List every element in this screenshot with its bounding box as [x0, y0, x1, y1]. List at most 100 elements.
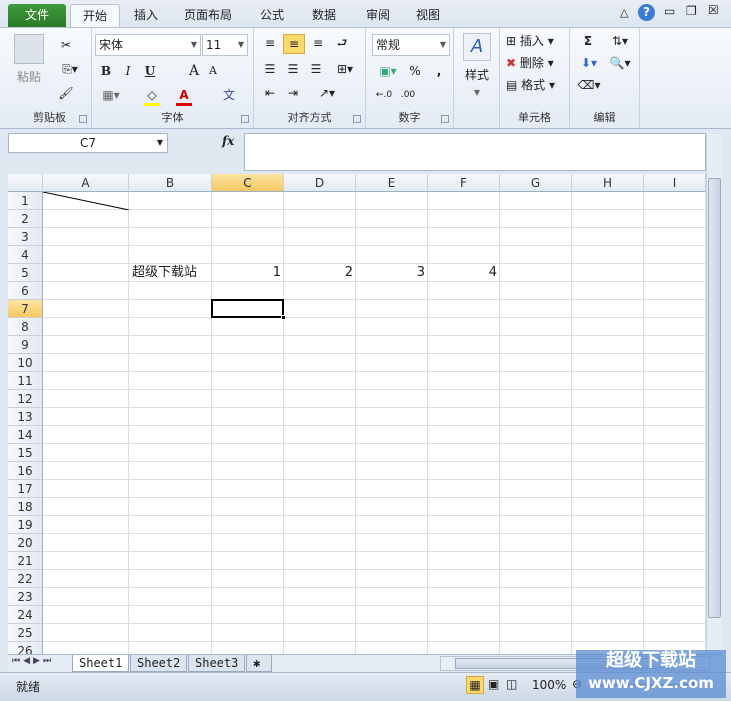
column-header-g[interactable]: G	[500, 174, 572, 192]
tab-data[interactable]: 数据	[300, 4, 348, 28]
cell-e5[interactable]: 3	[356, 264, 428, 282]
column-header-d[interactable]: D	[284, 174, 356, 192]
tab-insert[interactable]: 插入	[122, 4, 170, 28]
styles-icon[interactable]: A	[463, 33, 491, 61]
cell-c5[interactable]: 1	[212, 264, 284, 282]
row-header-4[interactable]: 4	[8, 246, 43, 264]
cell-f5[interactable]: 4	[428, 264, 500, 282]
worksheet-grid[interactable]: A B C D E F G H I 1 2 3 4 5 6 7 8 9 10 11 12 13 14 15 16 17 18 19 20…	[8, 174, 706, 654]
cell-b5[interactable]: 超级下载站	[129, 264, 212, 282]
row-header-10[interactable]: 10	[8, 354, 43, 372]
row-header-5[interactable]: 5	[8, 264, 43, 282]
merge-center-icon[interactable]: ⊞▾	[332, 60, 358, 80]
row-header-25[interactable]: 25	[8, 624, 43, 642]
dialog-launcher-icon[interactable]	[79, 115, 87, 123]
align-bottom-icon[interactable]: ≡	[308, 34, 328, 54]
row-header-11[interactable]: 11	[8, 372, 43, 390]
tab-home[interactable]: 开始	[70, 4, 121, 28]
row-header-8[interactable]: 8	[8, 318, 43, 336]
tab-formulas[interactable]: 公式	[248, 4, 296, 28]
window-restore-icon[interactable]: ❐	[686, 4, 697, 18]
autosum-button[interactable]: Σ	[576, 32, 600, 52]
name-box[interactable]: C7 ▼	[8, 133, 168, 153]
cut-icon[interactable]: ✂	[56, 36, 76, 56]
align-right-icon[interactable]: ☰	[306, 60, 326, 80]
row-header-7[interactable]: 7	[8, 300, 43, 318]
column-header-a[interactable]: A	[43, 174, 129, 192]
tab-file[interactable]: 文件	[8, 4, 66, 28]
row-header-20[interactable]: 20	[8, 534, 43, 552]
shrink-font-button[interactable]: A	[206, 62, 220, 82]
align-left-icon[interactable]: ☰	[260, 60, 280, 80]
tab-page-layout[interactable]: 页面布局	[172, 4, 244, 28]
normal-view-icon[interactable]: ▦	[466, 676, 484, 694]
sheet-tab-sheet3[interactable]: Sheet3	[188, 655, 246, 672]
tab-view[interactable]: 视图	[404, 4, 452, 28]
insert-sheet-icon[interactable]: ✱	[246, 655, 272, 672]
scrollbar-thumb[interactable]	[708, 178, 721, 618]
row-header-22[interactable]: 22	[8, 570, 43, 588]
borders-icon[interactable]: ▦▾	[98, 86, 124, 106]
row-header-14[interactable]: 14	[8, 426, 43, 444]
active-cell-cursor[interactable]	[211, 299, 284, 318]
sheet-tab-sheet2[interactable]: Sheet2	[130, 655, 188, 672]
orientation-icon[interactable]: ↗▾	[314, 84, 340, 104]
minimize-ribbon-icon[interactable]: △	[620, 6, 628, 19]
page-layout-view-icon[interactable]: ▣	[488, 677, 499, 691]
delete-cells-button[interactable]: ✖ 删除 ▾	[506, 54, 568, 74]
column-header-f[interactable]: F	[428, 174, 500, 192]
italic-button[interactable]: I	[120, 62, 136, 82]
row-header-1[interactable]: 1	[8, 192, 43, 210]
row-header-23[interactable]: 23	[8, 588, 43, 606]
underline-button[interactable]: U	[142, 62, 158, 82]
insert-cells-button[interactable]: ⊞ 插入 ▾	[506, 32, 568, 52]
row-header-16[interactable]: 16	[8, 462, 43, 480]
align-top-icon[interactable]: ≡	[260, 34, 280, 54]
column-header-h[interactable]: H	[572, 174, 644, 192]
decrease-decimal-button[interactable]: .00	[398, 86, 418, 106]
row-header-17[interactable]: 17	[8, 480, 43, 498]
number-format-select[interactable]: 常规 ▼	[372, 34, 450, 56]
page-break-view-icon[interactable]: ◫	[506, 677, 517, 691]
row-header-19[interactable]: 19	[8, 516, 43, 534]
sort-filter-icon[interactable]: ⇅▾	[606, 32, 634, 52]
sheet-tab-sheet1[interactable]: Sheet1	[72, 655, 130, 672]
paste-button[interactable]: 粘贴	[12, 68, 46, 88]
font-size-select[interactable]: 11 ▼	[202, 34, 248, 56]
row-header-12[interactable]: 12	[8, 390, 43, 408]
window-minimize-icon[interactable]: ▭	[664, 4, 675, 18]
column-header-c[interactable]: C	[212, 174, 284, 192]
zoom-level[interactable]: 100%	[532, 678, 566, 692]
styles-button[interactable]: 样式	[458, 66, 496, 86]
column-header-e[interactable]: E	[356, 174, 428, 192]
copy-icon[interactable]: ⎘▾	[56, 60, 84, 80]
bold-button[interactable]: B	[98, 62, 114, 82]
row-header-6[interactable]: 6	[8, 282, 43, 300]
formula-input[interactable]	[244, 133, 706, 171]
currency-icon[interactable]: ▣▾	[374, 62, 402, 82]
row-header-21[interactable]: 21	[8, 552, 43, 570]
format-painter-icon[interactable]: 🖌	[56, 84, 76, 104]
align-center-icon[interactable]: ☰	[283, 60, 303, 80]
fill-handle[interactable]	[281, 315, 286, 320]
paste-icon[interactable]	[14, 34, 44, 64]
insert-function-button[interactable]: fx	[222, 134, 234, 148]
font-color-button[interactable]: A	[176, 86, 192, 106]
font-name-select[interactable]: 宋体 ▼	[95, 34, 201, 56]
find-select-icon[interactable]: 🔍▾	[606, 54, 634, 74]
align-middle-icon[interactable]: ≡	[283, 34, 305, 54]
row-header-13[interactable]: 13	[8, 408, 43, 426]
select-all-corner[interactable]	[8, 174, 43, 192]
column-header-i[interactable]: I	[644, 174, 706, 192]
percent-button[interactable]: %	[408, 62, 422, 82]
row-header-9[interactable]: 9	[8, 336, 43, 354]
comma-button[interactable]: ,	[434, 62, 444, 82]
column-header-b[interactable]: B	[129, 174, 212, 192]
clear-icon[interactable]: ⌫▾	[576, 76, 602, 96]
dialog-launcher-icon[interactable]	[353, 115, 361, 123]
phonetic-button[interactable]: 文	[220, 86, 238, 106]
wrap-text-icon[interactable]: ⮐	[332, 34, 352, 54]
window-close-icon[interactable]: ☒	[708, 3, 719, 17]
format-cells-button[interactable]: ▤ 格式 ▾	[506, 76, 568, 96]
increase-decimal-button[interactable]: ←.0	[372, 86, 396, 106]
